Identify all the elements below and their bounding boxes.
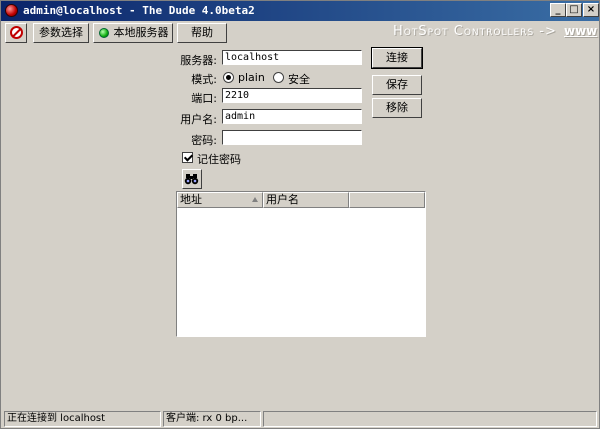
maximize-button[interactable]: □ [566, 3, 582, 17]
close-button[interactable]: × [583, 3, 599, 17]
remember-password-label: 记住密码 [197, 153, 241, 166]
server-label: 服务器: [180, 54, 217, 67]
mode-label: 模式: [191, 73, 217, 86]
column-header-filler [349, 192, 425, 208]
username-label: 用户名: [180, 113, 217, 126]
minimize-button[interactable]: _ [550, 3, 566, 17]
disconnect-button[interactable] [5, 23, 27, 43]
preferences-button[interactable]: 参数选择 [33, 23, 89, 43]
main-window: admin@localhost - The Dude 4.0beta2 _ □ … [0, 0, 600, 429]
connect-button[interactable]: 连接 [371, 47, 423, 69]
find-server-button[interactable] [182, 169, 202, 189]
local-server-button[interactable]: 本地服务器 [93, 23, 173, 43]
server-list[interactable]: 地址 用户名 [176, 191, 426, 337]
password-field[interactable] [222, 130, 362, 145]
save-button[interactable]: 保存 [372, 75, 422, 95]
disconnect-icon [10, 26, 23, 39]
mode-plain-radio[interactable] [223, 72, 234, 83]
username-field[interactable]: admin [222, 109, 362, 124]
brand-text: HotSpot Controllers -> [393, 24, 557, 39]
column-header-username[interactable]: 用户名 [263, 192, 349, 208]
green-status-icon [99, 28, 109, 38]
local-server-label: 本地服务器 [113, 26, 169, 39]
app-icon[interactable] [5, 4, 18, 17]
help-button[interactable]: 帮助 [177, 23, 227, 43]
mode-plain-label: plain [238, 71, 265, 84]
column-header-address-label: 地址 [180, 193, 202, 206]
brand-www-link[interactable]: www [564, 24, 597, 38]
window-title: admin@localhost - The Dude 4.0beta2 [23, 4, 255, 17]
column-header-address[interactable]: 地址 [177, 192, 263, 208]
sort-asc-icon [252, 197, 258, 202]
remember-password-checkbox[interactable] [182, 152, 193, 163]
status-empty [263, 411, 597, 427]
status-connection: 正在连接到 localhost [4, 411, 161, 427]
remove-button[interactable]: 移除 [372, 98, 422, 118]
title-bar[interactable]: admin@localhost - The Dude 4.0beta2 _ □ … [1, 1, 599, 21]
port-label: 端口: [191, 92, 217, 105]
port-field[interactable]: 2210 [222, 88, 362, 103]
server-field[interactable]: localhost [222, 50, 362, 65]
mode-secure-radio[interactable] [273, 72, 284, 83]
mode-secure-label: 安全 [288, 73, 310, 86]
password-label: 密码: [191, 134, 217, 147]
status-client: 客户端: rx 0 bp... [163, 411, 261, 427]
binoculars-icon [184, 174, 199, 185]
